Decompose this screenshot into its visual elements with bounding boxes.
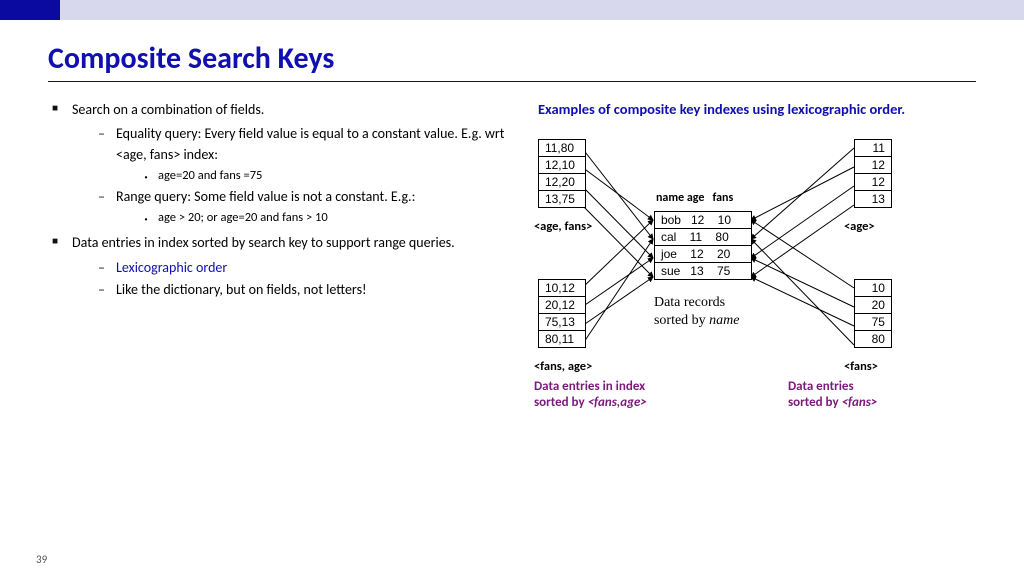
cell: 12,10: [539, 157, 585, 174]
box-age: 11 12 12 13: [854, 139, 892, 208]
cell: 20,12: [539, 297, 585, 314]
connector-lines: [538, 137, 978, 497]
cell: 13,75: [539, 191, 585, 207]
bullet-2b: Like the dictionary, but on fields, not …: [98, 280, 508, 300]
cell: 75: [855, 314, 891, 331]
label-fans: <fans>: [844, 359, 878, 374]
diagram-caption: Examples of composite key indexes using …: [538, 100, 976, 119]
cell: 80,11: [539, 331, 585, 347]
bullet-1a: Equality query: Every field value is equ…: [98, 124, 508, 185]
top-accent-block: [0, 0, 60, 20]
label-fans-age: <fans, age>: [534, 359, 592, 374]
cell: 11: [855, 140, 891, 157]
center-sub-1: Data records: [654, 295, 725, 311]
label-age: <age>: [844, 219, 875, 234]
cell: bob 12 10: [655, 212, 751, 229]
cell: 12: [855, 174, 891, 191]
title-underline: [48, 81, 976, 82]
top-accent-bar: [0, 0, 1024, 20]
diagram: 11,80 12,10 12,20 13,75 <age, fans> 10,1…: [538, 137, 976, 497]
slide-title: Composite Search Keys: [48, 40, 976, 77]
cell: 80: [855, 331, 891, 347]
center-sub-2: sorted by name: [654, 313, 740, 329]
bullet-2-text: Data entries in index sorted by search k…: [72, 234, 455, 251]
cell: 75,13: [539, 314, 585, 331]
bullet-1: Search on a combination of fields. Equal…: [48, 100, 508, 227]
page-number: 39: [36, 553, 47, 566]
box-fans: 10 20 75 80: [854, 279, 892, 348]
box-fans-age: 10,12 20,12 75,13 80,11: [538, 279, 586, 348]
cell: 10,12: [539, 280, 585, 297]
cell: sue 13 75: [655, 263, 751, 279]
bullet-2a: Lexicographic order: [98, 258, 508, 278]
cell: cal 11 80: [655, 229, 751, 246]
box-age-fans: 11,80 12,10 12,20 13,75: [538, 139, 586, 208]
bullet-1a-text: Equality query: Every field value is equ…: [116, 125, 504, 162]
cell: 13: [855, 191, 891, 207]
bullet-1b1: age > 20; or age=20 and fans > 10: [144, 209, 508, 227]
cell: 10: [855, 280, 891, 297]
left-column: Search on a combination of fields. Equal…: [48, 100, 508, 497]
right-column: Examples of composite key indexes using …: [538, 100, 976, 497]
cell: joe 12 20: [655, 246, 751, 263]
bullet-1b-text: Range query: Some field value is not a c…: [116, 188, 415, 205]
cell: 11,80: [539, 140, 585, 157]
cell: 12: [855, 157, 891, 174]
cell: 12,20: [539, 174, 585, 191]
bullet-1-text: Search on a combination of fields.: [72, 101, 264, 118]
bullet-1b: Range query: Some field value is not a c…: [98, 187, 508, 227]
box-center: bob 12 10 cal 11 80 joe 12 20 sue 13 75: [654, 211, 752, 280]
bullet-1a1: age=20 and fans =75: [144, 167, 508, 185]
slide-body: Composite Search Keys Search on a combin…: [0, 20, 1024, 497]
cell: 20: [855, 297, 891, 314]
bullet-2: Data entries in index sorted by search k…: [48, 233, 508, 300]
center-header: name age fans: [656, 191, 733, 205]
sublabel-left: Data entries in indexsorted by <fans,age…: [534, 379, 647, 412]
sublabel-right: Data entriessorted by <fans>: [788, 379, 877, 412]
label-age-fans: <age, fans>: [534, 219, 592, 234]
